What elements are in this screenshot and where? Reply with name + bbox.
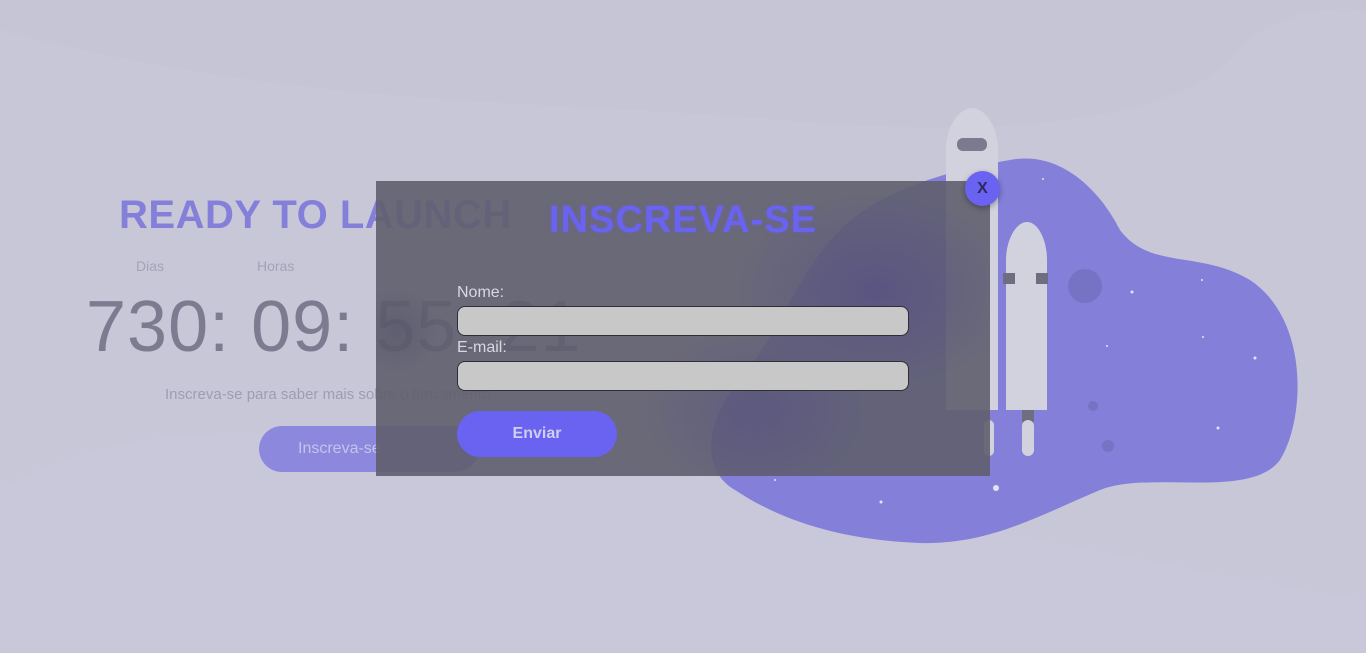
close-icon: X: [977, 180, 988, 197]
submit-button[interactable]: Enviar: [457, 411, 617, 457]
days-label: Dias: [136, 258, 165, 274]
name-input[interactable]: [457, 306, 909, 336]
subscribe-modal: INSCREVA-SE X Nome: E-mail: Enviar: [376, 171, 1000, 476]
close-button[interactable]: X: [965, 171, 1000, 206]
planet-small-1: [1088, 401, 1098, 411]
star: [1130, 290, 1134, 294]
star: [1253, 356, 1257, 360]
star: [774, 479, 776, 481]
name-label: Nome:: [457, 284, 505, 301]
star: [1201, 279, 1203, 281]
star: [993, 485, 999, 491]
email-label: E-mail:: [457, 339, 507, 356]
star: [879, 500, 883, 504]
star: [1216, 426, 1220, 430]
hours-label: Horas: [257, 258, 295, 274]
star: [1106, 345, 1108, 347]
star: [1202, 336, 1204, 338]
modal-title: INSCREVA-SE: [549, 199, 817, 241]
planet-large: [1068, 269, 1102, 303]
email-input[interactable]: [457, 361, 909, 391]
planet-small-2: [1102, 440, 1114, 452]
star: [1042, 178, 1044, 180]
